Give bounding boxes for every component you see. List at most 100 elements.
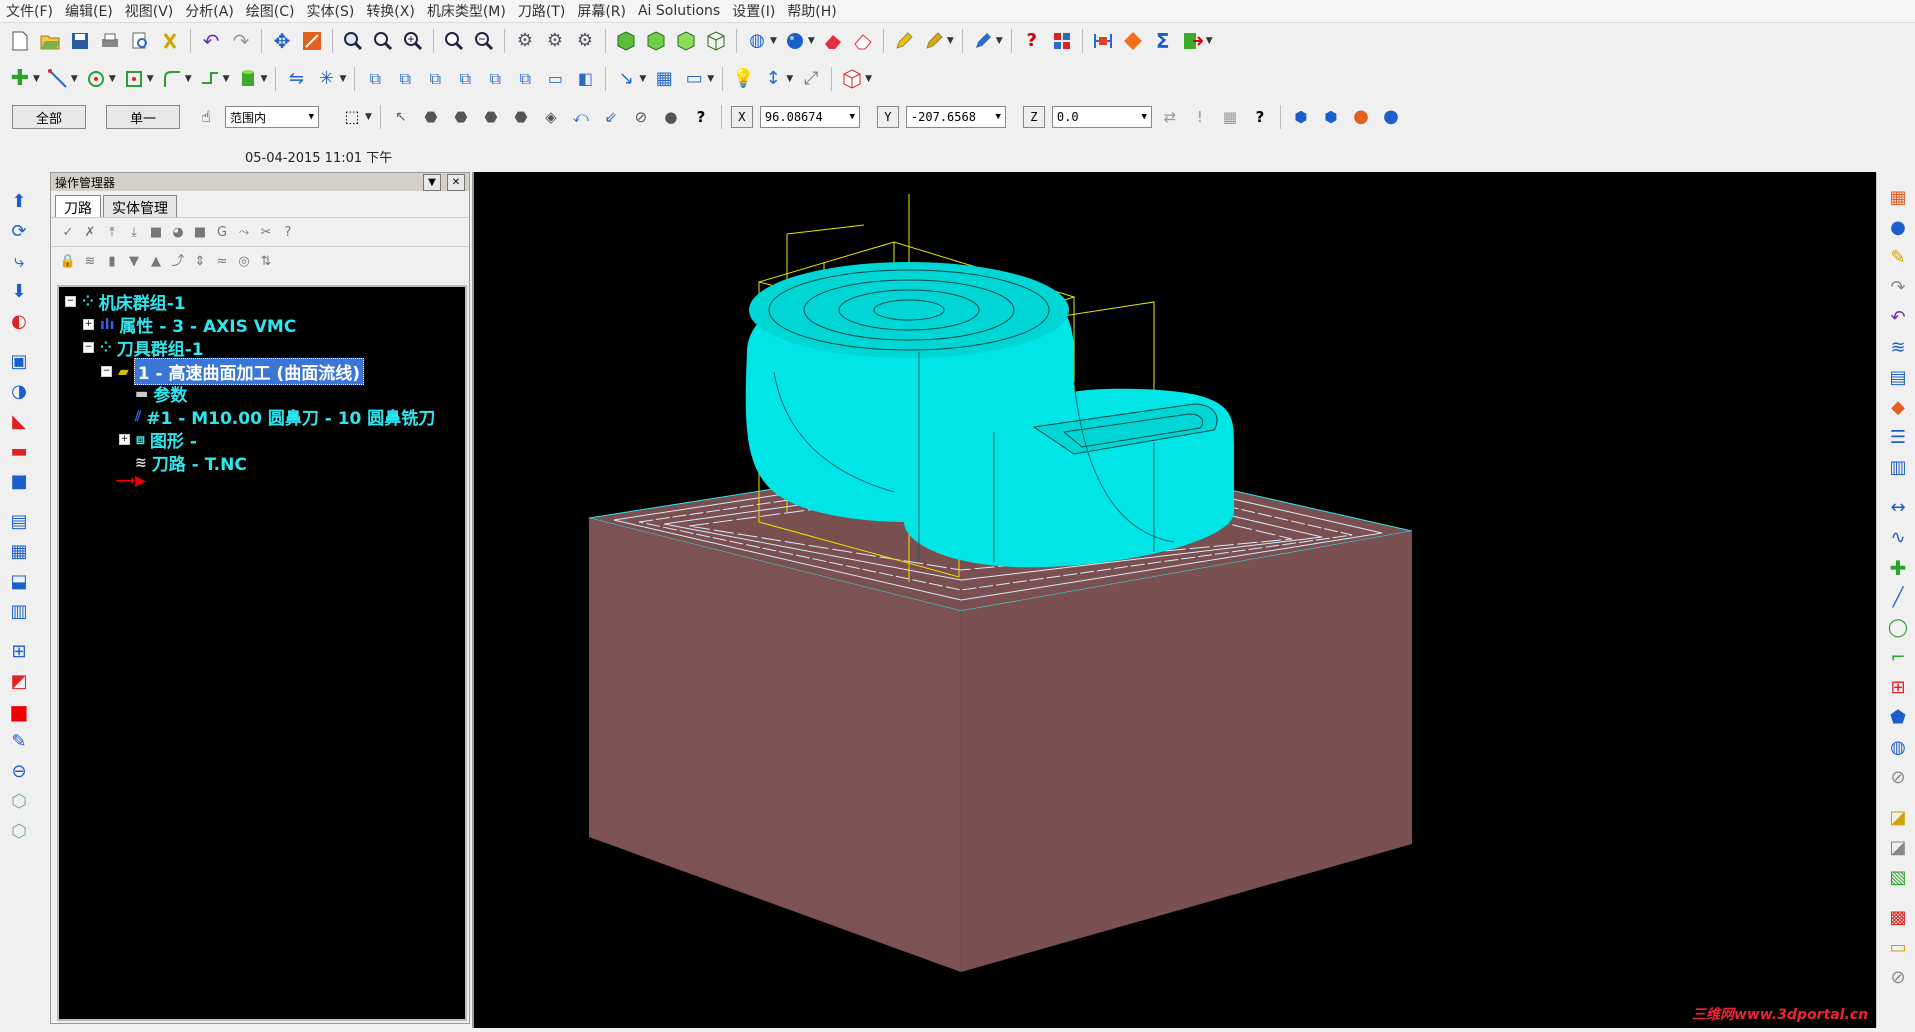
- toolpath-backplot-icon[interactable]: ⬢: [1319, 105, 1343, 129]
- globe-icon[interactable]: ◍: [745, 29, 769, 53]
- cut-icon[interactable]: [158, 29, 182, 53]
- arrow-down-icon[interactable]: ↘: [614, 67, 638, 91]
- verify-select-icon[interactable]: ⤺: [569, 105, 593, 129]
- regen-icon[interactable]: ⤒: [102, 222, 122, 242]
- no-right-icon[interactable]: ⊘: [1886, 766, 1910, 790]
- regen-dirty-icon[interactable]: ⤓: [124, 222, 144, 242]
- attr-right-icon[interactable]: ◪: [1886, 836, 1910, 860]
- save-icon[interactable]: [68, 29, 92, 53]
- pencil-right-icon[interactable]: ✎: [1886, 246, 1910, 270]
- panel-close-button[interactable]: ✕: [447, 174, 465, 191]
- single-button[interactable]: 单一: [106, 105, 180, 129]
- menu-draw[interactable]: 绘图(C): [240, 1, 301, 21]
- print-preview-icon[interactable]: [128, 29, 152, 53]
- gview-top-icon[interactable]: ⚙: [513, 29, 537, 53]
- circle-icon[interactable]: [84, 67, 108, 91]
- fillet-icon[interactable]: [160, 67, 184, 91]
- sphere-icon[interactable]: [783, 29, 807, 53]
- selection-box-icon[interactable]: ⬚: [340, 105, 364, 129]
- highfeed-icon[interactable]: ✂: [256, 222, 276, 242]
- xform-rotate-icon[interactable]: ⧉: [393, 67, 417, 91]
- zoom-icon[interactable]: [371, 29, 395, 53]
- edit-solid-icon[interactable]: ✎: [7, 730, 31, 754]
- folder-right-icon[interactable]: ▭: [1886, 936, 1910, 960]
- cube-shaded-icon[interactable]: [614, 29, 638, 53]
- loft-icon[interactable]: ⬇: [7, 280, 31, 304]
- xform-project-icon[interactable]: ◧: [573, 67, 597, 91]
- panel-help-icon[interactable]: ?: [278, 222, 298, 242]
- extrude-icon[interactable]: ⬆: [7, 190, 31, 214]
- mask-solid-icon[interactable]: ⬣: [419, 105, 443, 129]
- only-display-icon[interactable]: ≈: [212, 251, 232, 271]
- move-up-icon[interactable]: ▲: [146, 251, 166, 271]
- all-button[interactable]: 全部: [12, 105, 86, 129]
- collapse-toggle[interactable]: −: [83, 342, 94, 353]
- post-output-icon[interactable]: ⤳: [234, 222, 254, 242]
- sort-icon[interactable]: ⇅: [256, 251, 276, 271]
- blue-circle-icon[interactable]: ●: [1379, 105, 1403, 129]
- xform-offset-icon[interactable]: ⧉: [453, 67, 477, 91]
- tree-params[interactable]: ▬ 参数: [135, 381, 187, 407]
- document-right-icon[interactable]: ▤: [1886, 366, 1910, 390]
- cube-icon[interactable]: [674, 29, 698, 53]
- grid-table-icon[interactable]: [1050, 29, 1074, 53]
- line-icon[interactable]: [46, 67, 70, 91]
- spline-right-icon[interactable]: ∿: [1886, 526, 1910, 550]
- insert-arrow[interactable]: ⟶▶: [115, 473, 146, 489]
- select-arrow-icon[interactable]: ↖: [389, 105, 413, 129]
- fillet-solid-icon[interactable]: ◐: [7, 310, 31, 334]
- gview-side-icon[interactable]: ⚙: [573, 29, 597, 53]
- dimension-right-icon[interactable]: ↔: [1886, 496, 1910, 520]
- select-last-icon[interactable]: ⇙: [599, 105, 623, 129]
- mask-edge-icon[interactable]: ⬣: [479, 105, 503, 129]
- verify-icon[interactable]: ◕: [168, 222, 188, 242]
- collapse-toggle[interactable]: −: [101, 366, 112, 377]
- x-coord-input[interactable]: 96.08674 ▼: [759, 106, 860, 128]
- remove-face-icon[interactable]: ⬓: [7, 570, 31, 594]
- height-icon[interactable]: ↕: [761, 67, 785, 91]
- orange-diamond-icon[interactable]: ◆: [1886, 396, 1910, 420]
- mirror-icon[interactable]: ⇋: [284, 67, 308, 91]
- tree-machine-group[interactable]: − ⁘ 机床群组-1: [65, 289, 186, 314]
- tile-icon[interactable]: ▦: [652, 67, 676, 91]
- menu-view[interactable]: 视图(V): [119, 1, 180, 21]
- menu-machine-type[interactable]: 机床类型(M): [421, 1, 512, 21]
- move-down-icon[interactable]: ▼: [124, 251, 144, 271]
- menu-toolpath[interactable]: 刀路(T): [512, 1, 571, 21]
- wire-box-icon[interactable]: ⬡: [7, 790, 31, 814]
- insert-arrow-icon[interactable]: ⤴: [168, 251, 188, 271]
- revolve-icon[interactable]: ⟳: [7, 220, 31, 244]
- draft-icon[interactable]: ◣: [7, 410, 31, 434]
- corner-right-icon[interactable]: ⌐: [1886, 646, 1910, 670]
- layer-icon[interactable]: ▦: [7, 540, 31, 564]
- lock-icon[interactable]: 🔒: [58, 251, 78, 271]
- orange-circle-icon[interactable]: ●: [1349, 105, 1373, 129]
- palette-right-icon[interactable]: ▩: [1886, 906, 1910, 930]
- lightbulb-icon[interactable]: 💡: [731, 67, 755, 91]
- red-cube-icon[interactable]: [840, 67, 864, 91]
- expand-toggle[interactable]: +: [119, 434, 130, 445]
- pointer-select-icon[interactable]: ☝: [194, 105, 218, 129]
- point-right-icon[interactable]: ✚: [1886, 556, 1910, 580]
- views-icon[interactable]: ⊞: [7, 640, 31, 664]
- select-all-ops-icon[interactable]: ✓: [58, 222, 78, 242]
- tree-properties[interactable]: + ılı 属性 - 3 - AXIS VMC: [83, 312, 296, 337]
- menu-transform[interactable]: 转换(X): [360, 1, 421, 21]
- zoom-in-icon[interactable]: [401, 29, 425, 53]
- split-icon[interactable]: ✳: [314, 67, 338, 91]
- cylinder-icon[interactable]: [236, 67, 260, 91]
- cube-hidden-icon[interactable]: [644, 29, 668, 53]
- xform-scale-icon[interactable]: ⧉: [423, 67, 447, 91]
- rectangle-icon[interactable]: [122, 67, 146, 91]
- zoom-prev-icon[interactable]: [442, 29, 466, 53]
- query-icon[interactable]: ?: [1020, 29, 1044, 53]
- menu-ai-solutions[interactable]: Ai Solutions: [632, 3, 726, 19]
- solid-orange-icon[interactable]: [1121, 29, 1145, 53]
- menu-edit[interactable]: 编辑(E): [59, 1, 119, 21]
- help-icon[interactable]: ?: [689, 105, 713, 129]
- range-select[interactable]: 范围内 ▼: [225, 106, 319, 128]
- pan-icon[interactable]: ✥: [270, 29, 294, 53]
- view-layout-icon[interactable]: ▦: [1886, 186, 1910, 210]
- zoom-out-icon[interactable]: [472, 29, 496, 53]
- measure-icon[interactable]: ⤢: [799, 67, 823, 91]
